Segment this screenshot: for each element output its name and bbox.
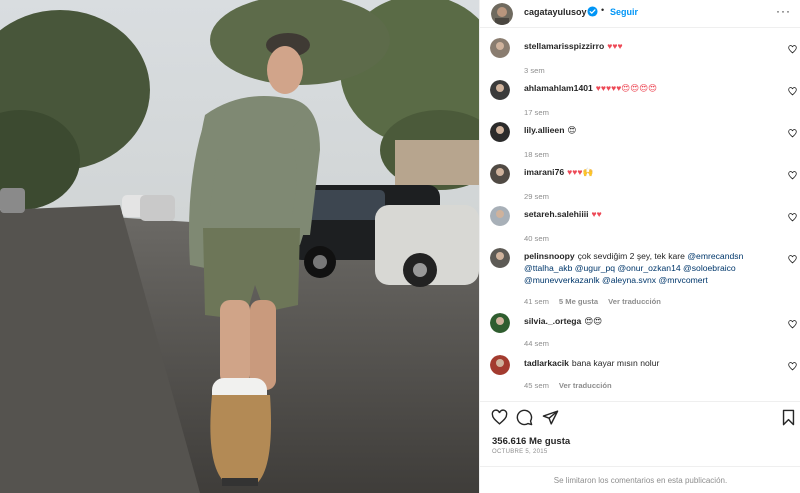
comment-text: ♥♥♥♥♥😍😍😍😍: [595, 83, 658, 93]
mention-link[interactable]: @ugur_pq: [575, 263, 615, 273]
like-count[interactable]: 356.616 Me gusta: [492, 436, 570, 447]
commenter-avatar[interactable]: [490, 248, 510, 268]
comment-like-heart-icon[interactable]: [788, 213, 797, 222]
mention-link[interactable]: @aleyna.svnx: [602, 275, 656, 285]
commenter-avatar[interactable]: [490, 122, 510, 142]
comment-text: ♥♥♥: [607, 41, 623, 51]
skateboarding-photo: [0, 0, 479, 493]
comment-meta: 41 sem 5 Me gusta Ver traducción: [524, 297, 671, 306]
commenter-avatar[interactable]: [490, 164, 510, 184]
comment-meta: 3 sem: [524, 66, 555, 75]
commenter-username[interactable]: pelinsnoopy: [524, 251, 575, 261]
action-bar: [480, 401, 800, 431]
mention-link[interactable]: @munevverkazanlk: [524, 275, 600, 285]
comment-body: pelinsnoopy çok sevdiğim 2 şey, tek kare …: [524, 250, 774, 286]
comment-time[interactable]: 41 sem: [524, 297, 549, 306]
comment-like-heart-icon[interactable]: [788, 255, 797, 264]
comment-like-heart-icon[interactable]: [788, 362, 797, 371]
comment-meta: 44 sem: [524, 339, 559, 348]
comment-like-heart-icon[interactable]: [788, 45, 797, 54]
comment-body: tadlarkacik bana kayar mısın nolur: [524, 357, 774, 369]
commenter-username[interactable]: ahlamahlam1401: [524, 83, 593, 93]
comment-meta: 29 sem: [524, 192, 559, 201]
comment-time[interactable]: 18 sem: [524, 150, 549, 159]
mention-link[interactable]: @mrvcomert: [659, 275, 708, 285]
verified-badge-icon: [587, 6, 598, 17]
paper-plane-icon[interactable]: [542, 409, 559, 426]
post-header: cagatayulusoy • Seguir ···: [480, 0, 800, 28]
mention-link[interactable]: @soloebraico: [683, 263, 736, 273]
comment-time[interactable]: 44 sem: [524, 339, 549, 348]
post-photo[interactable]: [0, 0, 479, 493]
comment-meta: 45 sem Ver traducción: [524, 381, 622, 390]
comment-text: ♥♥: [591, 209, 602, 219]
comment-like-heart-icon[interactable]: [788, 129, 797, 138]
comment-like-heart-icon[interactable]: [788, 320, 797, 329]
author-avatar[interactable]: [491, 3, 513, 25]
comment-time[interactable]: 3 sem: [524, 66, 545, 75]
bookmark-icon[interactable]: [780, 409, 797, 426]
see-translation-button[interactable]: Ver traducción: [559, 381, 612, 390]
comment-body: imarani76 ♥♥♥🙌: [524, 166, 774, 178]
comment-body: ahlamahlam1401 ♥♥♥♥♥😍😍😍😍: [524, 82, 774, 94]
commenter-avatar[interactable]: [490, 313, 510, 333]
comment-body: stellamarisspizzirro ♥♥♥: [524, 40, 774, 52]
commenter-avatar[interactable]: [490, 80, 510, 100]
author-username[interactable]: cagatayulusoy: [524, 7, 587, 17]
comment-text: 😍: [567, 125, 577, 135]
mention-link[interactable]: @emrecandsn: [687, 251, 743, 261]
commenter-username[interactable]: tadlarkacik: [524, 358, 569, 368]
follow-button[interactable]: Seguir: [610, 7, 638, 17]
comment-time[interactable]: 17 sem: [524, 108, 549, 117]
post-detail-panel: cagatayulusoy • Seguir ··· stellamarissp…: [479, 0, 800, 493]
post-date: OCTUBRE 5, 2015: [492, 449, 548, 455]
comment-text: çok sevdiğim 2 şey, tek kare: [577, 251, 688, 261]
comment-time[interactable]: 29 sem: [524, 192, 549, 201]
comment-time[interactable]: 45 sem: [524, 381, 549, 390]
commenter-avatar[interactable]: [490, 38, 510, 58]
comment-body: silvia._.ortega 😍😍: [524, 315, 774, 327]
commenter-username[interactable]: imarani76: [524, 167, 564, 177]
mention-link[interactable]: @ttalha_akb: [524, 263, 572, 273]
comment-text: bana kayar mısın nolur: [571, 358, 660, 368]
comments-limited-notice: Se limitaron los comentarios en esta pub…: [480, 466, 800, 493]
comment-time[interactable]: 40 sem: [524, 234, 549, 243]
more-options-icon[interactable]: ···: [776, 4, 791, 18]
comment-meta: 40 sem: [524, 234, 559, 243]
comment-body: lily.allieen 😍: [524, 124, 774, 136]
commenter-username[interactable]: stellamarisspizzirro: [524, 41, 604, 51]
commenter-username[interactable]: lily.allieen: [524, 125, 564, 135]
mention-link[interactable]: @onur_ozkan14: [617, 263, 680, 273]
commenter-avatar[interactable]: [490, 206, 510, 226]
comment-meta: 18 sem: [524, 150, 559, 159]
comment-text: 😍😍: [584, 316, 603, 326]
speech-bubble-icon[interactable]: [516, 409, 533, 426]
commenter-username[interactable]: setareh.salehiiii: [524, 209, 589, 219]
comment-meta: 17 sem: [524, 108, 559, 117]
comment-like-heart-icon[interactable]: [788, 87, 797, 96]
comment-body: setareh.salehiiii ♥♥: [524, 208, 774, 220]
commenter-username[interactable]: silvia._.ortega: [524, 316, 581, 326]
comment-like-heart-icon[interactable]: [788, 171, 797, 180]
commenter-avatar[interactable]: [490, 355, 510, 375]
see-translation-button[interactable]: Ver traducción: [608, 297, 661, 306]
comment-like-count[interactable]: 5 Me gusta: [559, 297, 598, 306]
separator-dot: •: [601, 5, 605, 15]
heart-outline-icon[interactable]: [491, 409, 508, 426]
comment-text: ♥♥♥🙌: [567, 167, 594, 177]
